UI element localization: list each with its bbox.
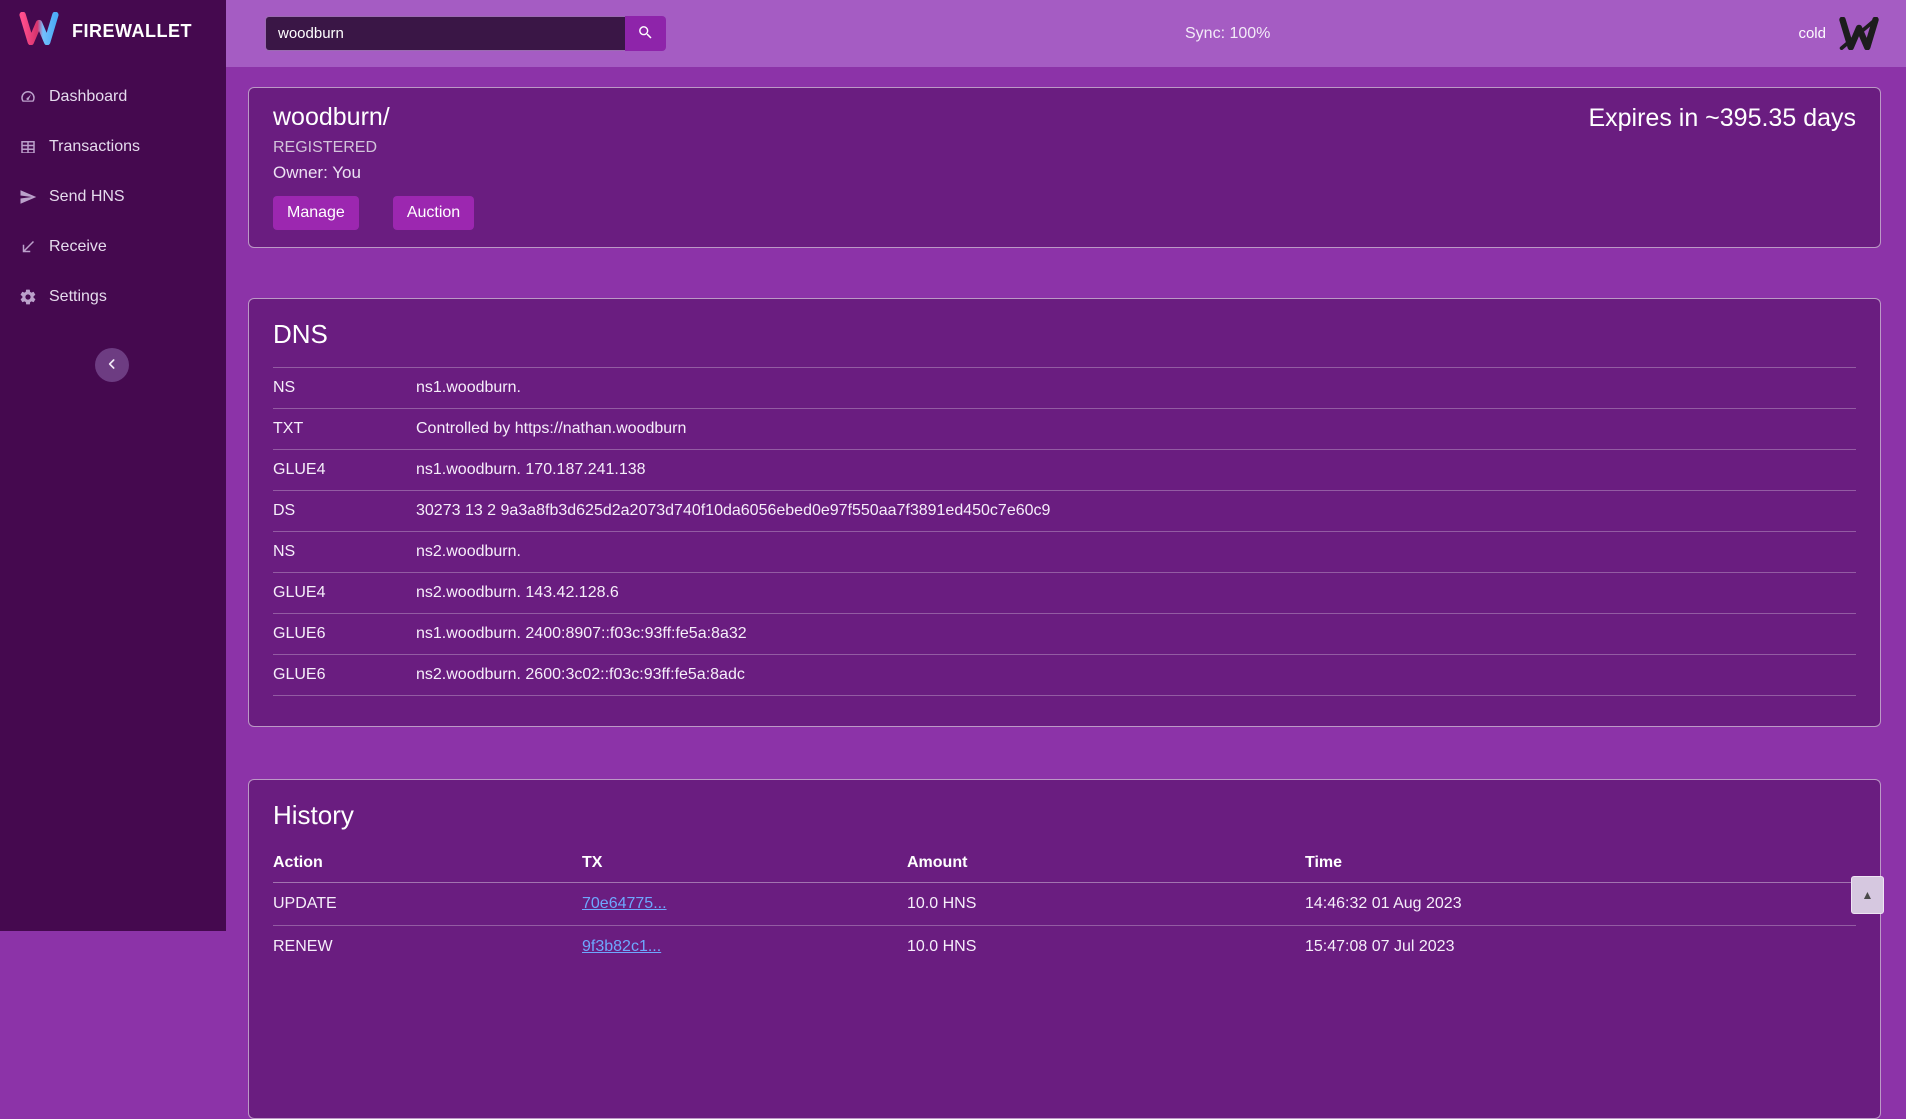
dns-record-row: GLUE4 ns2.woodburn. 143.42.128.6 <box>273 573 1856 614</box>
dns-card-title: DNS <box>273 319 1856 349</box>
history-header-row: Action TX Amount Time <box>273 844 1856 883</box>
dns-record-value: 30273 13 2 9a3a8fb3d625d2a2073d740f10da6… <box>416 491 1856 532</box>
dns-record-value: ns1.woodburn. 170.187.241.138 <box>416 450 1856 491</box>
dns-record-type: GLUE6 <box>273 655 416 696</box>
sidebar-item-label: Transactions <box>49 138 140 156</box>
tx-link[interactable]: 70e64775... <box>582 895 667 912</box>
sidebar-item-settings[interactable]: Settings <box>0 272 226 322</box>
dns-record-row: NS ns2.woodburn. <box>273 532 1856 573</box>
dns-record-row: GLUE6 ns2.woodburn. 2600:3c02::f03c:93ff… <box>273 655 1856 696</box>
dns-record-type: DS <box>273 491 416 532</box>
wallet-name: cold <box>1798 25 1826 42</box>
dns-record-type: GLUE4 <box>273 450 416 491</box>
arrow-up-icon: ▲ <box>1862 889 1874 901</box>
history-time: 15:47:08 07 Jul 2023 <box>1305 926 1856 969</box>
history-amount: 10.0 HNS <box>907 883 1305 926</box>
search-button[interactable] <box>625 16 666 51</box>
dns-record-type: NS <box>273 532 416 573</box>
dns-record-row: GLUE4 ns1.woodburn. 170.187.241.138 <box>273 450 1856 491</box>
dns-record-type: NS <box>273 368 416 409</box>
sidebar-item-dashboard[interactable]: Dashboard <box>0 72 226 122</box>
dns-record-value: ns1.woodburn. 2400:8907::f03c:93ff:fe5a:… <box>416 614 1856 655</box>
history-amount: 10.0 HNS <box>907 926 1305 969</box>
dns-record-row: GLUE6 ns1.woodburn. 2400:8907::f03c:93ff… <box>273 614 1856 655</box>
cold-wallet-icon[interactable] <box>1838 17 1880 50</box>
dns-record-value: ns1.woodburn. <box>416 368 1856 409</box>
send-icon <box>19 188 37 206</box>
domain-card: woodburn/ REGISTERED Owner: You Manage A… <box>248 87 1881 248</box>
tx-link[interactable]: 9f3b82c1... <box>582 938 661 955</box>
wallet-indicator: cold <box>1798 0 1880 67</box>
history-action: RENEW <box>273 926 582 969</box>
dns-record-value: ns2.woodburn. 2600:3c02::f03c:93ff:fe5a:… <box>416 655 1856 696</box>
history-action: UPDATE <box>273 883 582 926</box>
sidebar-item-label: Settings <box>49 288 107 306</box>
search-icon <box>637 24 654 44</box>
sidebar: FIREWALLET Dashboard Transactions Send H… <box>0 0 226 931</box>
dns-record-row: TXT Controlled by https://nathan.woodbur… <box>273 409 1856 450</box>
search-input[interactable] <box>265 16 625 51</box>
dns-record-type: TXT <box>273 409 416 450</box>
dns-table: NS ns1.woodburn. TXT Controlled by https… <box>273 367 1856 696</box>
receive-icon <box>19 238 37 256</box>
history-row: UPDATE 70e64775... 10.0 HNS 14:46:32 01 … <box>273 883 1856 926</box>
firewallet-logo-icon <box>19 12 59 50</box>
domain-owner: Owner: You <box>273 163 1856 183</box>
sync-status: Sync: 100% <box>1185 0 1270 67</box>
auction-button[interactable]: Auction <box>393 196 474 230</box>
dns-card: DNS NS ns1.woodburn. TXT Controlled by h… <box>248 298 1881 727</box>
collapse-sidebar-button[interactable] <box>95 348 129 382</box>
history-column-action: Action <box>273 844 582 883</box>
sidebar-item-send-hns[interactable]: Send HNS <box>0 172 226 222</box>
dns-record-value: Controlled by https://nathan.woodburn <box>416 409 1856 450</box>
dns-record-value: ns2.woodburn. 143.42.128.6 <box>416 573 1856 614</box>
domain-status: REGISTERED <box>273 139 1856 157</box>
brand: FIREWALLET <box>0 0 226 62</box>
domain-buttons: Manage Auction <box>273 196 1856 230</box>
history-card-title: History <box>273 800 1856 830</box>
history-column-time: Time <box>1305 844 1856 883</box>
sidebar-item-receive[interactable]: Receive <box>0 222 226 272</box>
expiry-text: Expires in ~395.35 days <box>1588 104 1856 133</box>
dns-record-type: GLUE6 <box>273 614 416 655</box>
sidebar-item-label: Receive <box>49 238 107 256</box>
manage-button[interactable]: Manage <box>273 196 359 230</box>
history-time: 14:46:32 01 Aug 2023 <box>1305 883 1856 926</box>
history-card: History Action TX Amount Time UPDATE 70e… <box>248 779 1881 1119</box>
main-content: woodburn/ REGISTERED Owner: You Manage A… <box>226 67 1906 931</box>
history-row: RENEW 9f3b82c1... 10.0 HNS 15:47:08 07 J… <box>273 926 1856 969</box>
sidebar-item-label: Send HNS <box>49 188 125 206</box>
search-group <box>265 16 666 51</box>
brand-name: FIREWALLET <box>72 21 192 42</box>
sidebar-item-transactions[interactable]: Transactions <box>0 122 226 172</box>
history-table: Action TX Amount Time UPDATE 70e64775...… <box>273 844 1856 968</box>
dns-record-type: GLUE4 <box>273 573 416 614</box>
history-column-amount: Amount <box>907 844 1305 883</box>
topbar: Sync: 100% cold <box>226 0 1906 67</box>
transactions-icon <box>19 138 37 156</box>
sidebar-item-label: Dashboard <box>49 88 127 106</box>
dns-record-value: ns2.woodburn. <box>416 532 1856 573</box>
dns-record-row: NS ns1.woodburn. <box>273 368 1856 409</box>
chevron-left-icon <box>104 356 120 375</box>
dashboard-icon <box>19 88 37 106</box>
dns-record-row: DS 30273 13 2 9a3a8fb3d625d2a2073d740f10… <box>273 491 1856 532</box>
history-column-tx: TX <box>582 844 907 883</box>
sidebar-nav: Dashboard Transactions Send HNS Receive … <box>0 72 226 322</box>
settings-icon <box>19 288 37 306</box>
scroll-to-top-button[interactable]: ▲ <box>1851 876 1884 914</box>
